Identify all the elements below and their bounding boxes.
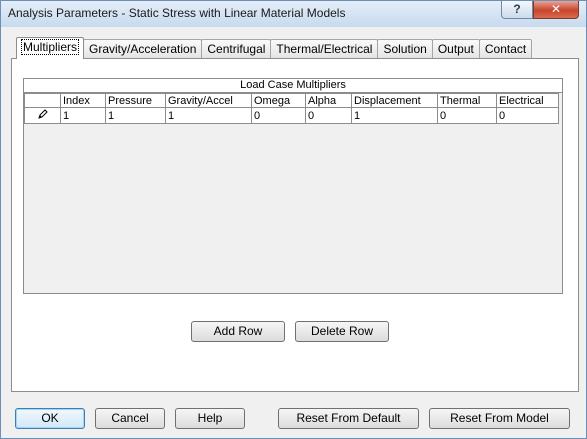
tab-centrifugal[interactable]: Centrifugal — [201, 39, 272, 59]
column-header-alpha[interactable]: Alpha — [305, 93, 352, 108]
column-header-gravity-accel[interactable]: Gravity/Accel — [165, 93, 252, 108]
tab-output[interactable]: Output — [431, 39, 480, 59]
tab-multipliers[interactable]: Multipliers — [16, 37, 85, 59]
tab-strip: Multipliers Gravity/Acceleration Centrif… — [16, 37, 533, 59]
column-header-pressure[interactable]: Pressure — [105, 93, 166, 108]
ok-button[interactable]: OK — [15, 408, 85, 429]
cell-omega[interactable]: 0 — [251, 107, 306, 124]
column-header-omega[interactable]: Omega — [251, 93, 306, 108]
row-selector-header — [24, 93, 61, 108]
add-row-button[interactable]: Add Row — [191, 321, 285, 342]
window-title: Analysis Parameters - Static Stress with… — [8, 6, 346, 20]
cell-pressure[interactable]: 1 — [105, 107, 166, 124]
row-selector[interactable] — [24, 107, 61, 124]
tab-label: Contact — [484, 42, 527, 56]
pencil-icon — [37, 109, 48, 119]
help-button[interactable]: Help — [175, 408, 245, 429]
tab-label: Solution — [383, 42, 427, 56]
cell-gravity-accel[interactable]: 1 — [165, 107, 252, 124]
reset-from-model-button[interactable]: Reset From Model — [429, 408, 570, 429]
dialog-client-area: Multipliers Gravity/Acceleration Centrif… — [8, 27, 581, 433]
cell-electrical[interactable]: 0 — [496, 107, 559, 124]
tab-contact[interactable]: Contact — [478, 39, 533, 59]
table-row[interactable]: 1 1 1 0 0 1 0 0 — [24, 107, 559, 124]
column-header-index[interactable]: Index — [60, 93, 106, 108]
cell-index[interactable]: 1 — [60, 107, 106, 124]
grid-title: Load Case Multipliers — [24, 79, 562, 93]
dialog-window: Analysis Parameters - Static Stress with… — [0, 0, 587, 439]
cell-displacement[interactable]: 1 — [351, 107, 438, 124]
table-header-row: Index Pressure Gravity/Accel Omega Alpha… — [24, 93, 559, 108]
delete-row-button[interactable]: Delete Row — [295, 321, 389, 342]
help-question-icon[interactable]: ? — [501, 1, 533, 19]
tab-label: Centrifugal — [207, 42, 266, 56]
title-bar: Analysis Parameters - Static Stress with… — [1, 1, 586, 27]
cell-alpha[interactable]: 0 — [305, 107, 352, 124]
column-header-thermal[interactable]: Thermal — [437, 93, 497, 108]
close-icon[interactable]: ✕ — [533, 1, 579, 19]
tab-thermal-electrical[interactable]: Thermal/Electrical — [270, 39, 379, 59]
tab-label: Gravity/Acceleration — [89, 42, 197, 56]
multipliers-panel: Load Case Multipliers Index Pressure Gra… — [11, 58, 579, 392]
column-header-electrical[interactable]: Electrical — [496, 93, 559, 108]
column-header-displacement[interactable]: Displacement — [351, 93, 438, 108]
reset-from-default-button[interactable]: Reset From Default — [278, 408, 419, 429]
tab-solution[interactable]: Solution — [377, 39, 433, 59]
tab-gravity-acceleration[interactable]: Gravity/Acceleration — [83, 39, 203, 59]
multipliers-table: Index Pressure Gravity/Accel Omega Alpha… — [24, 93, 559, 124]
tab-label: Output — [437, 42, 474, 56]
cancel-button[interactable]: Cancel — [95, 408, 165, 429]
cell-thermal[interactable]: 0 — [437, 107, 497, 124]
load-case-multipliers-grid[interactable]: Load Case Multipliers Index Pressure Gra… — [23, 78, 563, 294]
tab-label: Thermal/Electrical — [276, 42, 373, 56]
tab-label: Multipliers — [20, 39, 80, 55]
